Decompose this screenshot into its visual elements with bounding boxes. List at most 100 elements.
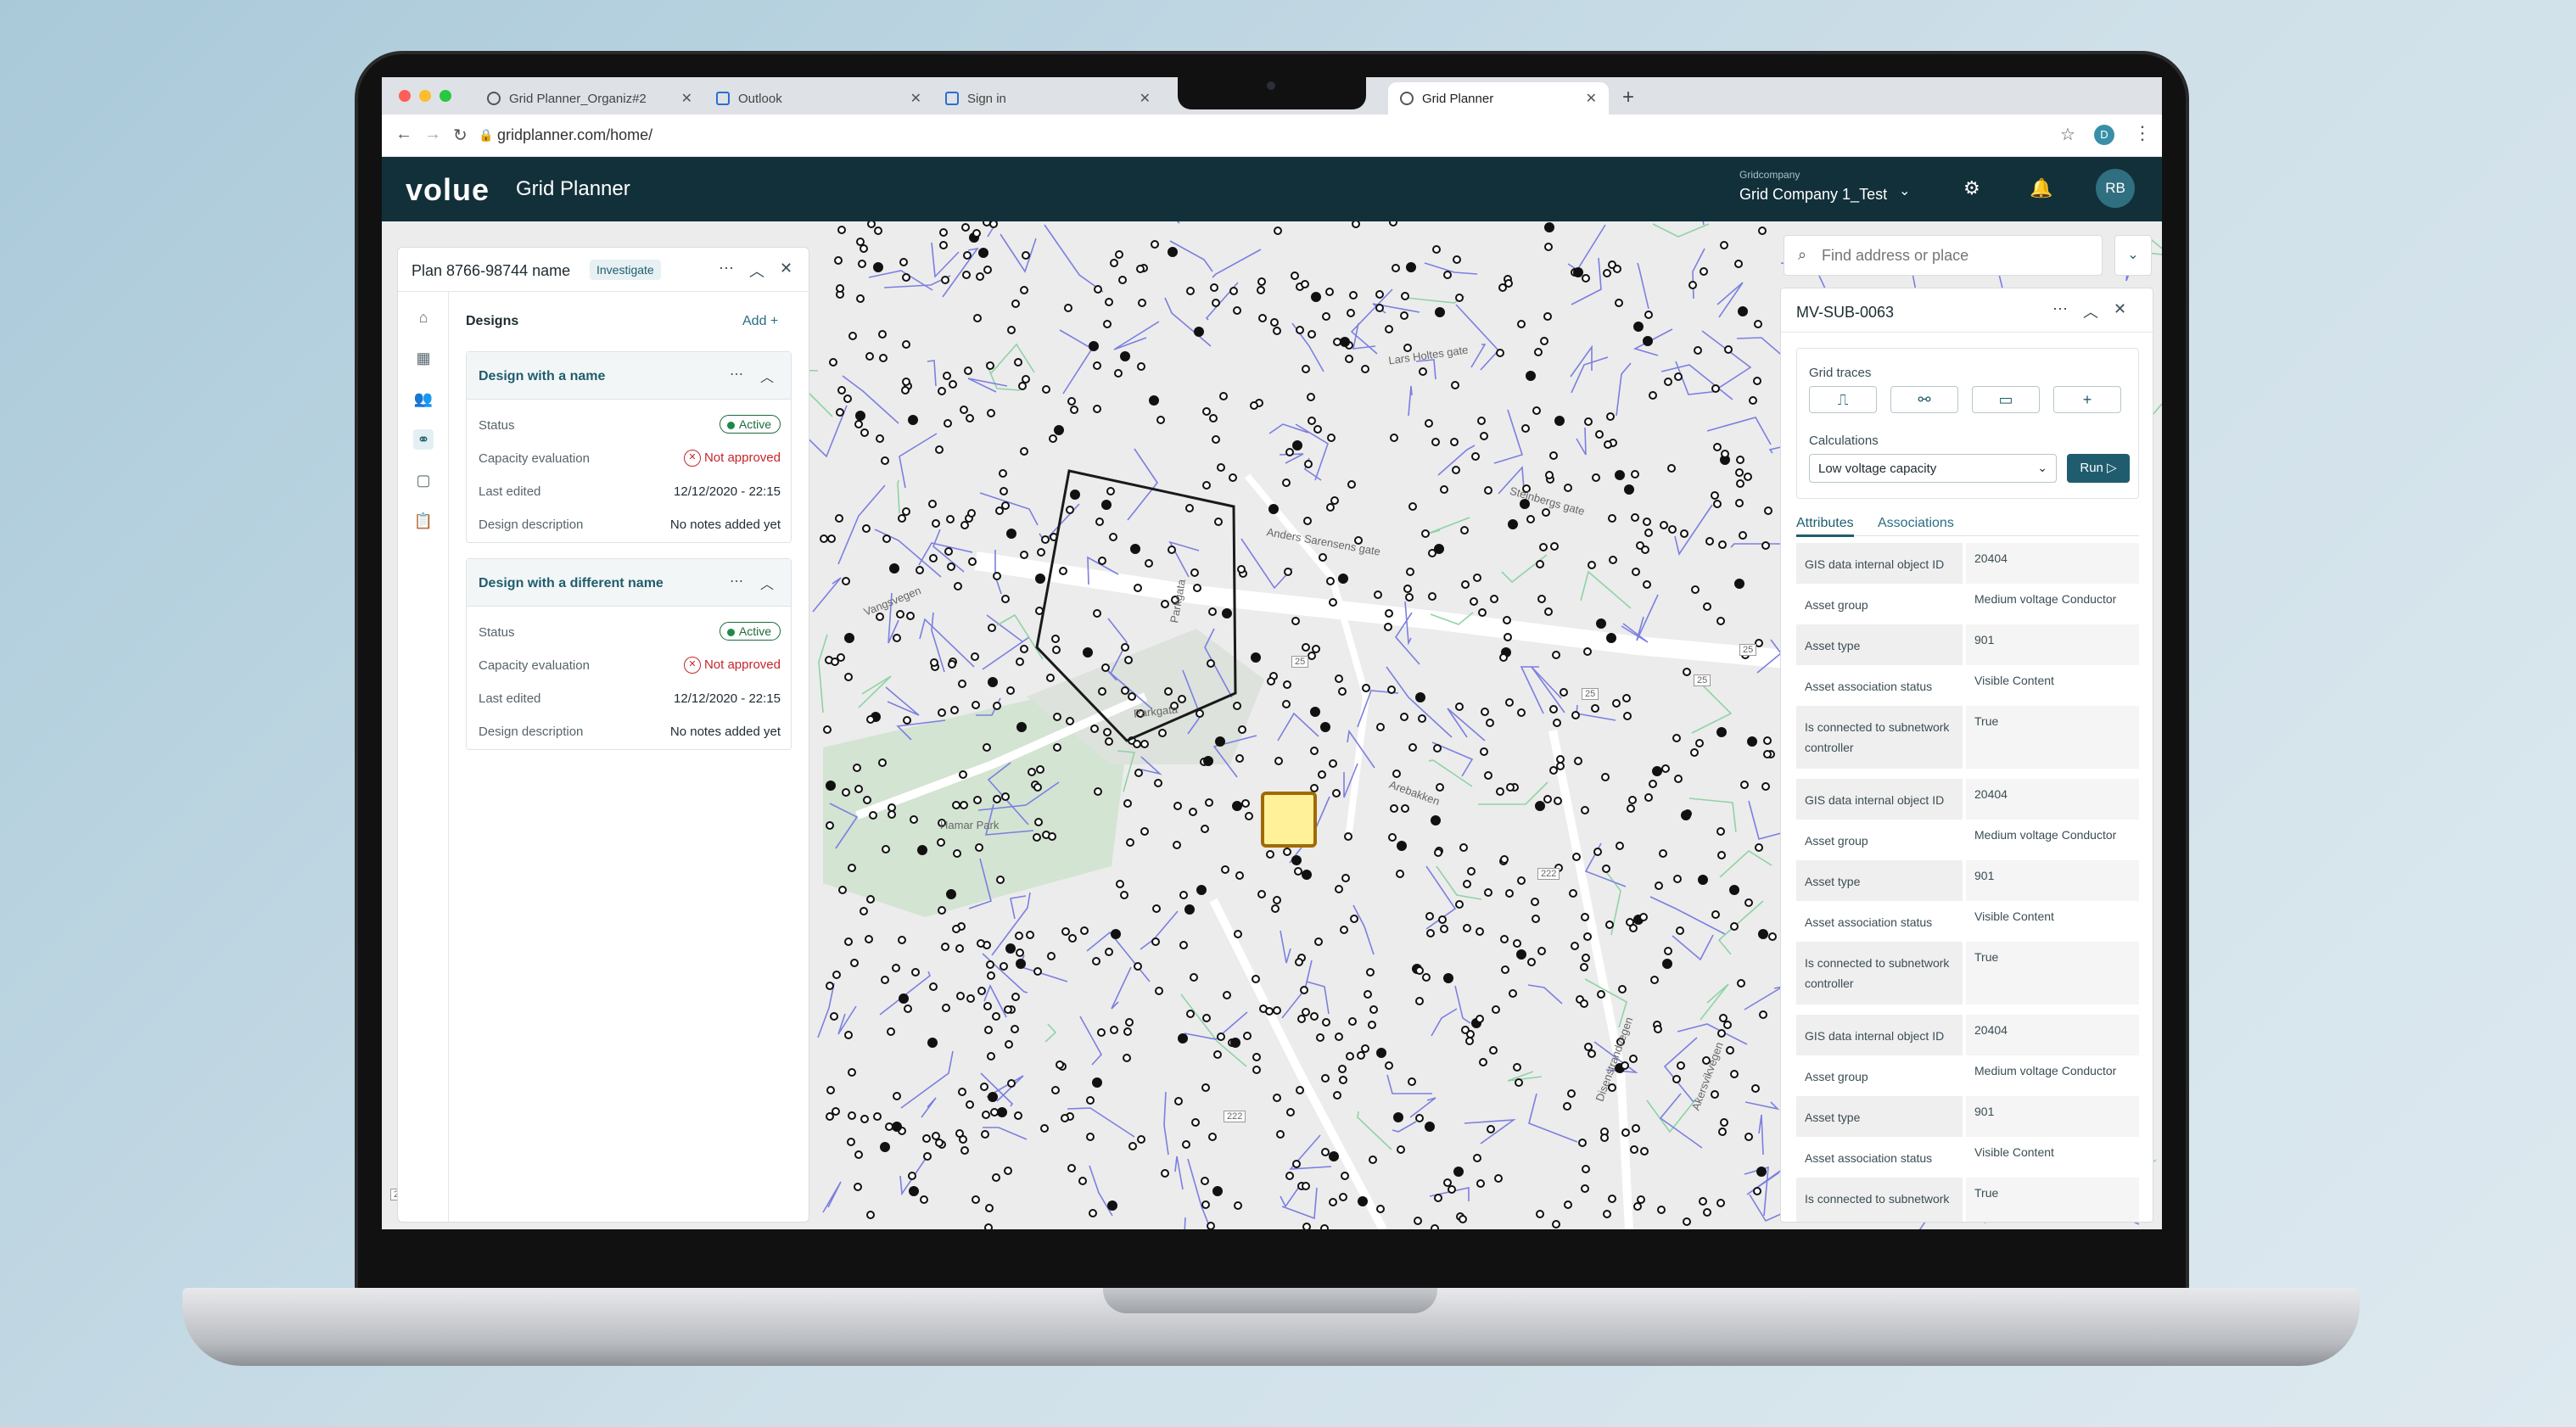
grid-node[interactable] bbox=[943, 372, 951, 380]
grid-node[interactable] bbox=[1115, 250, 1123, 259]
grid-node[interactable] bbox=[876, 434, 884, 443]
grid-node[interactable] bbox=[1123, 1054, 1131, 1062]
grid-node[interactable] bbox=[865, 352, 874, 361]
grid-node[interactable] bbox=[1582, 954, 1590, 962]
grid-node[interactable] bbox=[1505, 698, 1514, 707]
browser-tab-2[interactable]: Outlook ✕ bbox=[704, 82, 933, 115]
grid-node[interactable] bbox=[1376, 1205, 1385, 1213]
grid-node[interactable] bbox=[1361, 1044, 1369, 1053]
grid-node[interactable] bbox=[1408, 1077, 1416, 1086]
grid-node[interactable] bbox=[1479, 1058, 1487, 1066]
grid-node[interactable] bbox=[1156, 416, 1165, 424]
grid-node[interactable] bbox=[1643, 580, 1651, 589]
close-icon[interactable]: ✕ bbox=[780, 260, 792, 277]
grid-node[interactable] bbox=[1578, 1139, 1587, 1147]
grid-node[interactable] bbox=[1333, 338, 1341, 346]
grid-node[interactable] bbox=[826, 1086, 835, 1094]
grid-node[interactable] bbox=[993, 795, 1001, 803]
grid-node[interactable] bbox=[893, 1092, 901, 1100]
grid-node[interactable] bbox=[1676, 926, 1684, 935]
grid-node[interactable] bbox=[1308, 417, 1316, 425]
grid-node[interactable] bbox=[1110, 1026, 1118, 1034]
grid-node[interactable] bbox=[960, 406, 968, 414]
grid-node[interactable] bbox=[1335, 674, 1343, 683]
grid-node[interactable] bbox=[1711, 491, 1719, 500]
grid-node[interactable] bbox=[1213, 1050, 1222, 1059]
grid-node[interactable] bbox=[944, 419, 952, 428]
grid-node[interactable] bbox=[1763, 736, 1772, 745]
grid-node[interactable] bbox=[984, 1026, 993, 1034]
grid-node[interactable] bbox=[1761, 541, 1770, 550]
grid-node[interactable] bbox=[1455, 900, 1464, 909]
grid-node[interactable] bbox=[1667, 464, 1676, 473]
grid-node[interactable] bbox=[1603, 1210, 1611, 1218]
grid-node[interactable] bbox=[1332, 789, 1341, 797]
grid-node[interactable] bbox=[1627, 804, 1635, 813]
grid-node[interactable] bbox=[973, 796, 982, 804]
grid-node[interactable] bbox=[942, 1004, 950, 1012]
close-window-icon[interactable] bbox=[399, 90, 411, 102]
grid-node[interactable] bbox=[1105, 737, 1113, 746]
grid-node[interactable] bbox=[1492, 1005, 1500, 1014]
grid-node[interactable] bbox=[1716, 727, 1727, 737]
design-title[interactable]: Design with a name bbox=[479, 369, 605, 384]
grid-node[interactable] bbox=[952, 925, 960, 933]
grid-node[interactable] bbox=[988, 624, 996, 632]
grid-node[interactable] bbox=[1471, 452, 1480, 461]
grid-node[interactable] bbox=[1385, 1061, 1393, 1070]
grid-node[interactable] bbox=[1537, 947, 1546, 955]
grid-node[interactable] bbox=[1703, 602, 1711, 611]
grid-node[interactable] bbox=[946, 889, 956, 899]
grid-node[interactable] bbox=[1103, 728, 1112, 736]
grid-node[interactable] bbox=[1588, 561, 1596, 569]
grid-node[interactable] bbox=[1006, 686, 1015, 695]
company-selector[interactable]: Grid Company 1_Test bbox=[1739, 186, 1887, 204]
grid-node[interactable] bbox=[1161, 600, 1169, 608]
grid-node[interactable] bbox=[1233, 306, 1241, 315]
grid-node[interactable] bbox=[966, 414, 974, 423]
grid-node[interactable] bbox=[1093, 361, 1101, 370]
grid-node[interactable] bbox=[987, 409, 995, 417]
grid-node[interactable] bbox=[1151, 240, 1159, 249]
user-avatar[interactable]: RB bbox=[2096, 169, 2135, 208]
grid-node[interactable] bbox=[988, 677, 998, 687]
grid-node[interactable] bbox=[1465, 1037, 1474, 1045]
grid-node[interactable] bbox=[993, 572, 1001, 580]
grid-node[interactable] bbox=[1330, 496, 1339, 505]
grid-node[interactable] bbox=[862, 524, 871, 533]
grid-node[interactable] bbox=[1173, 802, 1182, 810]
grid-node[interactable] bbox=[1368, 1021, 1376, 1029]
grid-node[interactable] bbox=[1434, 1194, 1442, 1202]
grid-node[interactable] bbox=[1154, 779, 1162, 787]
grid-node[interactable] bbox=[1703, 1208, 1711, 1217]
grid-node[interactable] bbox=[1606, 633, 1616, 643]
grid-node[interactable] bbox=[977, 939, 985, 948]
grid-node[interactable] bbox=[929, 982, 938, 991]
grid-node[interactable] bbox=[1000, 962, 1008, 971]
grid-node[interactable] bbox=[1093, 609, 1101, 618]
grid-node[interactable] bbox=[1478, 608, 1487, 617]
grid-node[interactable] bbox=[1105, 298, 1113, 306]
grid-node[interactable] bbox=[1400, 713, 1408, 721]
grid-node[interactable] bbox=[1549, 766, 1558, 775]
grid-node[interactable] bbox=[1526, 515, 1535, 523]
grid-node[interactable] bbox=[1016, 949, 1024, 957]
grid-node[interactable] bbox=[1564, 1200, 1572, 1209]
grid-node[interactable] bbox=[1425, 1122, 1435, 1132]
grid-node[interactable] bbox=[902, 273, 910, 282]
grid-node[interactable] bbox=[1174, 1097, 1183, 1105]
grid-node[interactable] bbox=[1422, 973, 1431, 982]
grid-node[interactable] bbox=[910, 815, 918, 824]
grid-node[interactable] bbox=[1534, 348, 1543, 356]
grid-node[interactable] bbox=[967, 509, 976, 518]
grid-node[interactable] bbox=[977, 987, 986, 995]
grid-node[interactable] bbox=[1718, 1128, 1727, 1136]
grid-node[interactable] bbox=[1674, 775, 1683, 783]
grid-node[interactable] bbox=[1644, 793, 1653, 802]
grid-node[interactable] bbox=[1419, 367, 1427, 376]
grid-node[interactable] bbox=[1007, 326, 1016, 334]
grid-node[interactable] bbox=[1049, 434, 1057, 443]
grid-node[interactable] bbox=[1089, 1209, 1097, 1217]
grid-node[interactable] bbox=[1245, 812, 1253, 820]
grid-node[interactable] bbox=[1489, 1046, 1498, 1055]
